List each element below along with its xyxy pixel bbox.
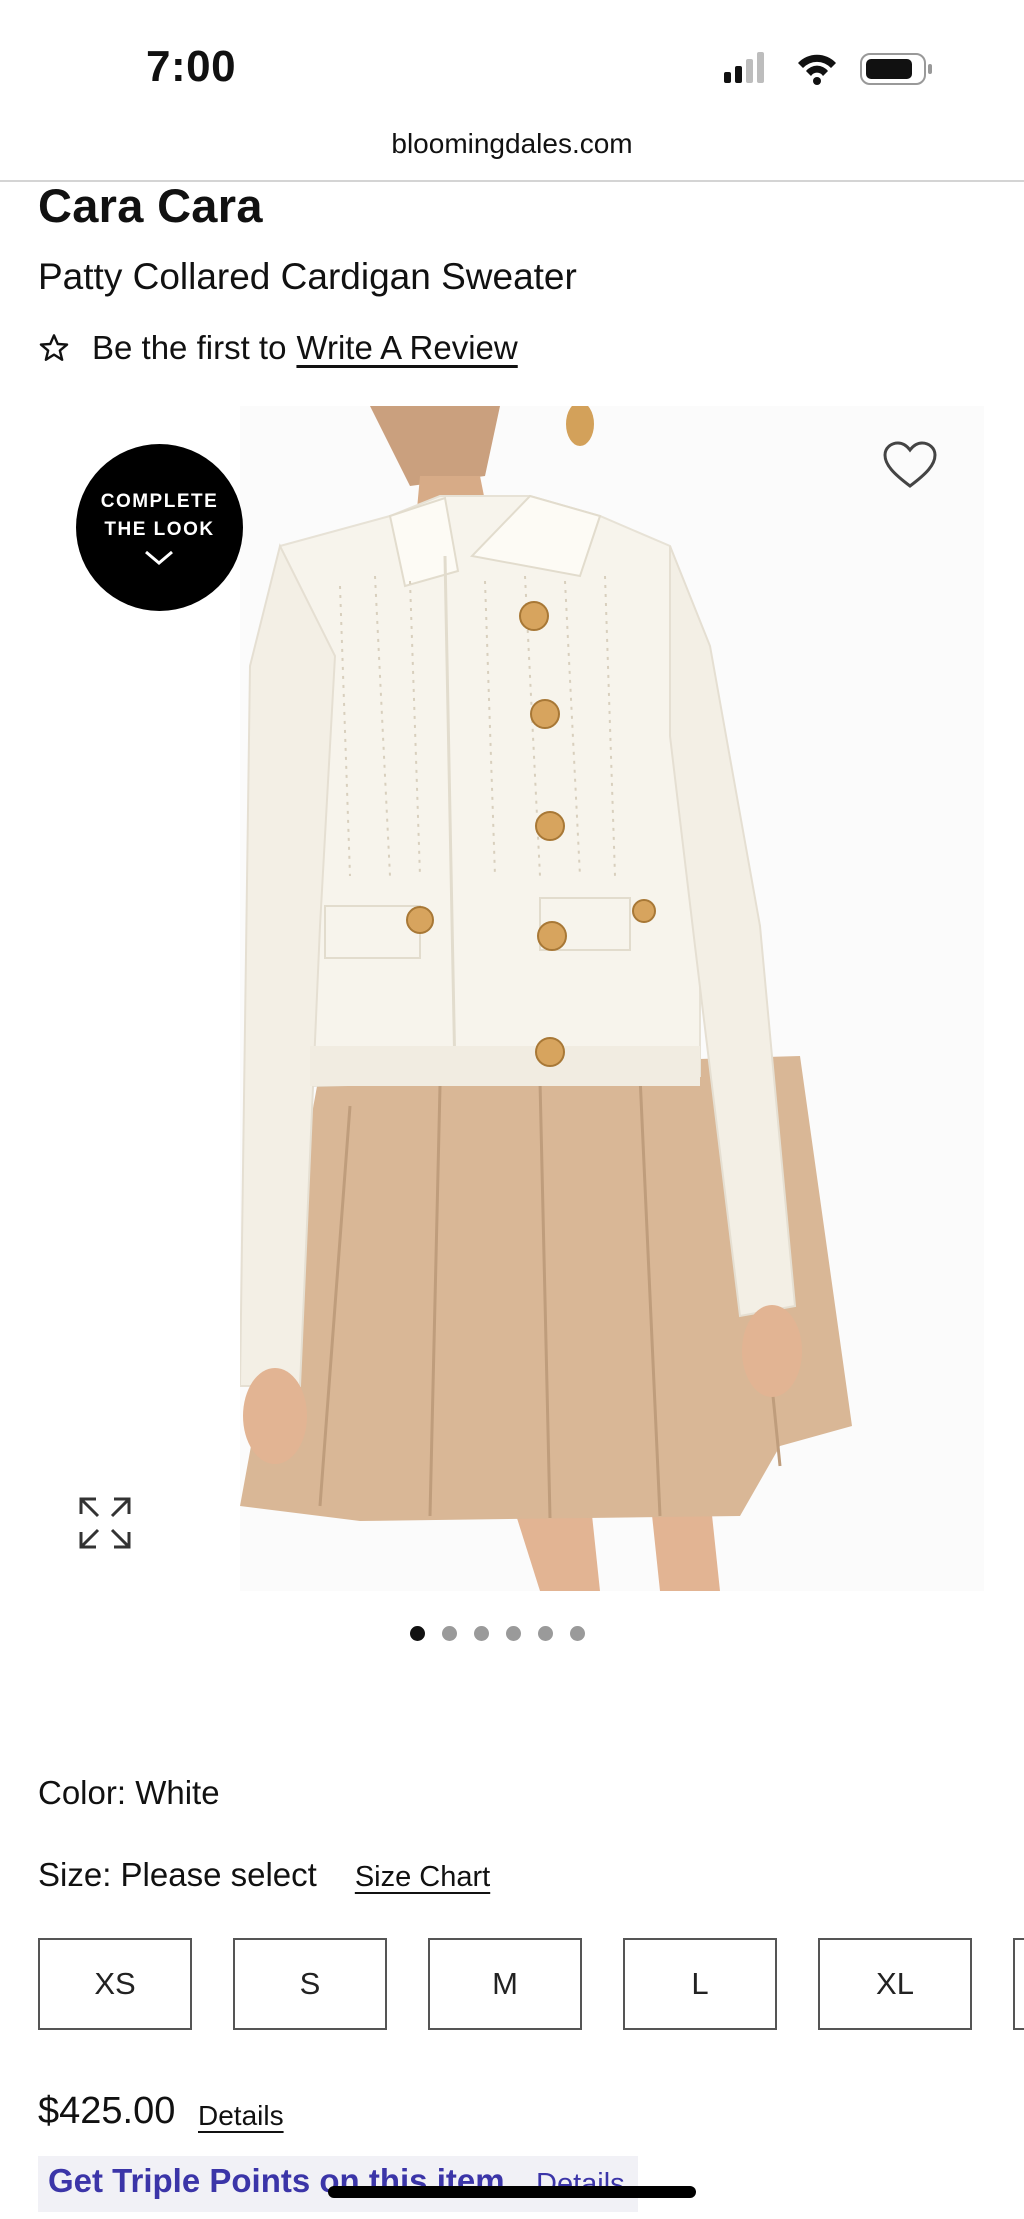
battery-icon (860, 53, 932, 85)
home-indicator[interactable] (328, 2186, 696, 2198)
color-label: Color: (38, 1774, 127, 1811)
status-icons (724, 52, 932, 85)
brand-name[interactable]: Cara Cara (38, 178, 263, 233)
signal-icon (724, 52, 764, 83)
size-option-more[interactable] (1013, 1938, 1024, 2030)
expand-icon[interactable] (78, 1496, 132, 1550)
price-details-link[interactable]: Details (198, 2100, 284, 2132)
chevron-down-icon (145, 550, 173, 565)
complete-look-line2: THE LOOK (104, 519, 215, 540)
size-option-m[interactable]: M (428, 1938, 582, 2030)
size-option-l[interactable]: L (623, 1938, 777, 2030)
color-selection: Color: White (38, 1774, 220, 1812)
carousel-dot[interactable] (570, 1626, 585, 1641)
product-title: Patty Collared Cardigan Sweater (38, 256, 577, 297)
product-image[interactable] (240, 406, 984, 1591)
price: $425.00 (38, 2090, 176, 2132)
heart-outline-icon[interactable] (882, 440, 938, 490)
size-selection: Size: Please select Size Chart (38, 1856, 490, 1894)
carousel-dot[interactable] (506, 1626, 521, 1641)
write-review-link[interactable]: Write A Review (296, 329, 517, 367)
star-outline-icon (39, 334, 69, 361)
size-option-xl[interactable]: XL (818, 1938, 972, 2030)
product-photo-illustration (240, 406, 984, 1591)
complete-the-look-button[interactable]: COMPLETE THE LOOK (76, 444, 243, 611)
carousel-dot[interactable] (474, 1626, 489, 1641)
review-prompt: Be the first to (92, 329, 287, 366)
wifi-icon (798, 54, 836, 85)
size-chart-link[interactable]: Size Chart (355, 1861, 490, 1894)
review-row: Be the first to Write A Review (38, 326, 518, 370)
color-value: White (135, 1774, 220, 1811)
complete-look-line1: COMPLETE (100, 491, 219, 512)
size-label: Size: (38, 1856, 112, 1893)
carousel-dot[interactable] (538, 1626, 553, 1641)
size-option-xs[interactable]: XS (38, 1938, 192, 2030)
size-option-s[interactable]: S (233, 1938, 387, 2030)
image-carousel-dots (410, 1626, 585, 1641)
size-options: XS S M L XL (38, 1938, 1024, 2034)
carousel-dot[interactable] (410, 1626, 425, 1641)
url-bar[interactable]: bloomingdales.com (0, 128, 1024, 160)
size-value: Please select (120, 1856, 317, 1893)
status-time: 7:00 (146, 42, 237, 91)
carousel-dot[interactable] (442, 1626, 457, 1641)
